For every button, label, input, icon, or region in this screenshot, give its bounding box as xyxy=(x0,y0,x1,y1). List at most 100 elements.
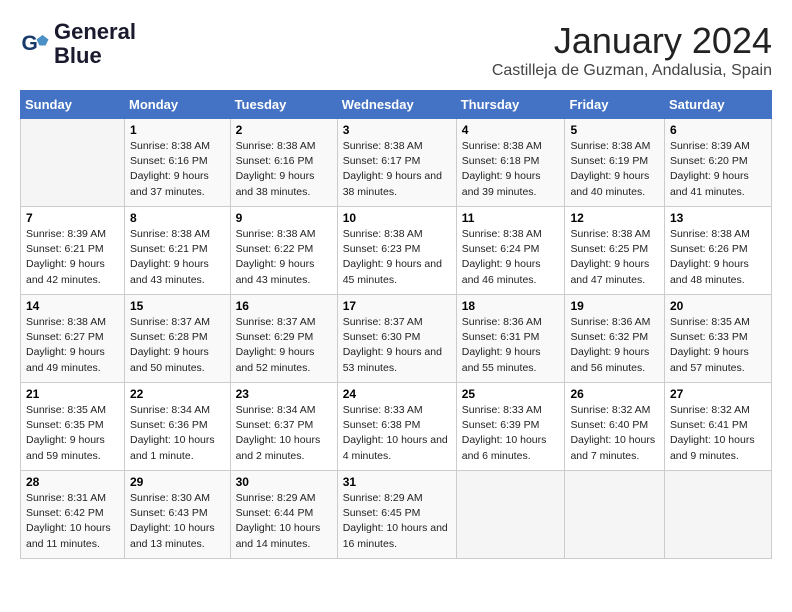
column-header-saturday: Saturday xyxy=(664,91,771,119)
calendar-cell: 6 Sunrise: 8:39 AMSunset: 6:20 PMDayligh… xyxy=(664,119,771,207)
calendar-cell: 9 Sunrise: 8:38 AMSunset: 6:22 PMDayligh… xyxy=(230,207,337,295)
day-number: 15 xyxy=(130,299,225,313)
calendar-cell: 1 Sunrise: 8:38 AMSunset: 6:16 PMDayligh… xyxy=(124,119,230,207)
calendar-cell: 26 Sunrise: 8:32 AMSunset: 6:40 PMDaylig… xyxy=(565,383,665,471)
day-number: 9 xyxy=(236,211,332,225)
day-info: Sunrise: 8:31 AMSunset: 6:42 PMDaylight:… xyxy=(26,491,119,552)
day-number: 31 xyxy=(343,475,451,489)
day-info: Sunrise: 8:38 AMSunset: 6:16 PMDaylight:… xyxy=(236,139,332,200)
day-number: 11 xyxy=(462,211,560,225)
day-number: 24 xyxy=(343,387,451,401)
day-number: 8 xyxy=(130,211,225,225)
day-info: Sunrise: 8:38 AMSunset: 6:27 PMDaylight:… xyxy=(26,315,119,376)
day-number: 4 xyxy=(462,123,560,137)
calendar-cell: 7 Sunrise: 8:39 AMSunset: 6:21 PMDayligh… xyxy=(21,207,125,295)
day-info: Sunrise: 8:38 AMSunset: 6:22 PMDaylight:… xyxy=(236,227,332,288)
day-info: Sunrise: 8:30 AMSunset: 6:43 PMDaylight:… xyxy=(130,491,225,552)
column-header-monday: Monday xyxy=(124,91,230,119)
day-info: Sunrise: 8:38 AMSunset: 6:19 PMDaylight:… xyxy=(570,139,659,200)
calendar-cell: 12 Sunrise: 8:38 AMSunset: 6:25 PMDaylig… xyxy=(565,207,665,295)
day-number: 23 xyxy=(236,387,332,401)
calendar-cell: 21 Sunrise: 8:35 AMSunset: 6:35 PMDaylig… xyxy=(21,383,125,471)
calendar-cell: 14 Sunrise: 8:38 AMSunset: 6:27 PMDaylig… xyxy=(21,295,125,383)
week-row: 14 Sunrise: 8:38 AMSunset: 6:27 PMDaylig… xyxy=(21,295,772,383)
logo-icon: G xyxy=(20,29,50,59)
calendar-cell xyxy=(664,471,771,559)
day-number: 25 xyxy=(462,387,560,401)
day-number: 14 xyxy=(26,299,119,313)
day-info: Sunrise: 8:38 AMSunset: 6:24 PMDaylight:… xyxy=(462,227,560,288)
day-info: Sunrise: 8:34 AMSunset: 6:36 PMDaylight:… xyxy=(130,403,225,464)
calendar-cell: 8 Sunrise: 8:38 AMSunset: 6:21 PMDayligh… xyxy=(124,207,230,295)
calendar-cell: 31 Sunrise: 8:29 AMSunset: 6:45 PMDaylig… xyxy=(337,471,456,559)
header-row: SundayMondayTuesdayWednesdayThursdayFrid… xyxy=(21,91,772,119)
day-info: Sunrise: 8:36 AMSunset: 6:32 PMDaylight:… xyxy=(570,315,659,376)
logo: G General Blue xyxy=(20,20,136,68)
day-info: Sunrise: 8:38 AMSunset: 6:18 PMDaylight:… xyxy=(462,139,560,200)
day-info: Sunrise: 8:37 AMSunset: 6:28 PMDaylight:… xyxy=(130,315,225,376)
day-info: Sunrise: 8:29 AMSunset: 6:44 PMDaylight:… xyxy=(236,491,332,552)
day-number: 7 xyxy=(26,211,119,225)
day-info: Sunrise: 8:33 AMSunset: 6:39 PMDaylight:… xyxy=(462,403,560,464)
day-info: Sunrise: 8:38 AMSunset: 6:16 PMDaylight:… xyxy=(130,139,225,200)
calendar-cell: 4 Sunrise: 8:38 AMSunset: 6:18 PMDayligh… xyxy=(456,119,565,207)
day-number: 2 xyxy=(236,123,332,137)
day-info: Sunrise: 8:38 AMSunset: 6:26 PMDaylight:… xyxy=(670,227,766,288)
column-header-wednesday: Wednesday xyxy=(337,91,456,119)
calendar-cell: 29 Sunrise: 8:30 AMSunset: 6:43 PMDaylig… xyxy=(124,471,230,559)
column-header-thursday: Thursday xyxy=(456,91,565,119)
day-info: Sunrise: 8:35 AMSunset: 6:33 PMDaylight:… xyxy=(670,315,766,376)
calendar-cell: 18 Sunrise: 8:36 AMSunset: 6:31 PMDaylig… xyxy=(456,295,565,383)
calendar-cell: 20 Sunrise: 8:35 AMSunset: 6:33 PMDaylig… xyxy=(664,295,771,383)
logo-text: General Blue xyxy=(54,20,136,68)
day-number: 12 xyxy=(570,211,659,225)
day-number: 17 xyxy=(343,299,451,313)
calendar-cell: 15 Sunrise: 8:37 AMSunset: 6:28 PMDaylig… xyxy=(124,295,230,383)
day-info: Sunrise: 8:34 AMSunset: 6:37 PMDaylight:… xyxy=(236,403,332,464)
calendar-cell: 17 Sunrise: 8:37 AMSunset: 6:30 PMDaylig… xyxy=(337,295,456,383)
column-header-tuesday: Tuesday xyxy=(230,91,337,119)
logo-line2: Blue xyxy=(54,44,136,68)
day-number: 3 xyxy=(343,123,451,137)
day-info: Sunrise: 8:36 AMSunset: 6:31 PMDaylight:… xyxy=(462,315,560,376)
calendar-cell: 23 Sunrise: 8:34 AMSunset: 6:37 PMDaylig… xyxy=(230,383,337,471)
calendar-cell xyxy=(456,471,565,559)
calendar-cell: 5 Sunrise: 8:38 AMSunset: 6:19 PMDayligh… xyxy=(565,119,665,207)
day-number: 19 xyxy=(570,299,659,313)
day-info: Sunrise: 8:37 AMSunset: 6:30 PMDaylight:… xyxy=(343,315,451,376)
day-number: 27 xyxy=(670,387,766,401)
calendar-cell: 25 Sunrise: 8:33 AMSunset: 6:39 PMDaylig… xyxy=(456,383,565,471)
calendar-cell: 22 Sunrise: 8:34 AMSunset: 6:36 PMDaylig… xyxy=(124,383,230,471)
day-info: Sunrise: 8:38 AMSunset: 6:17 PMDaylight:… xyxy=(343,139,451,200)
day-number: 22 xyxy=(130,387,225,401)
day-info: Sunrise: 8:39 AMSunset: 6:21 PMDaylight:… xyxy=(26,227,119,288)
calendar-cell: 27 Sunrise: 8:32 AMSunset: 6:41 PMDaylig… xyxy=(664,383,771,471)
day-number: 20 xyxy=(670,299,766,313)
calendar-cell: 11 Sunrise: 8:38 AMSunset: 6:24 PMDaylig… xyxy=(456,207,565,295)
calendar-subtitle: Castilleja de Guzman, Andalusia, Spain xyxy=(492,62,772,80)
day-info: Sunrise: 8:33 AMSunset: 6:38 PMDaylight:… xyxy=(343,403,451,464)
calendar-cell xyxy=(565,471,665,559)
day-number: 18 xyxy=(462,299,560,313)
day-info: Sunrise: 8:37 AMSunset: 6:29 PMDaylight:… xyxy=(236,315,332,376)
svg-text:G: G xyxy=(22,32,38,55)
day-info: Sunrise: 8:29 AMSunset: 6:45 PMDaylight:… xyxy=(343,491,451,552)
calendar-cell: 2 Sunrise: 8:38 AMSunset: 6:16 PMDayligh… xyxy=(230,119,337,207)
day-number: 26 xyxy=(570,387,659,401)
day-number: 30 xyxy=(236,475,332,489)
day-info: Sunrise: 8:39 AMSunset: 6:20 PMDaylight:… xyxy=(670,139,766,200)
column-header-sunday: Sunday xyxy=(21,91,125,119)
week-row: 7 Sunrise: 8:39 AMSunset: 6:21 PMDayligh… xyxy=(21,207,772,295)
day-number: 13 xyxy=(670,211,766,225)
logo-line1: General xyxy=(54,20,136,44)
calendar-cell: 24 Sunrise: 8:33 AMSunset: 6:38 PMDaylig… xyxy=(337,383,456,471)
calendar-cell: 19 Sunrise: 8:36 AMSunset: 6:32 PMDaylig… xyxy=(565,295,665,383)
calendar-cell: 28 Sunrise: 8:31 AMSunset: 6:42 PMDaylig… xyxy=(21,471,125,559)
column-header-friday: Friday xyxy=(565,91,665,119)
calendar-cell: 13 Sunrise: 8:38 AMSunset: 6:26 PMDaylig… xyxy=(664,207,771,295)
day-number: 1 xyxy=(130,123,225,137)
day-number: 10 xyxy=(343,211,451,225)
day-info: Sunrise: 8:32 AMSunset: 6:41 PMDaylight:… xyxy=(670,403,766,464)
calendar-cell: 3 Sunrise: 8:38 AMSunset: 6:17 PMDayligh… xyxy=(337,119,456,207)
day-info: Sunrise: 8:38 AMSunset: 6:21 PMDaylight:… xyxy=(130,227,225,288)
